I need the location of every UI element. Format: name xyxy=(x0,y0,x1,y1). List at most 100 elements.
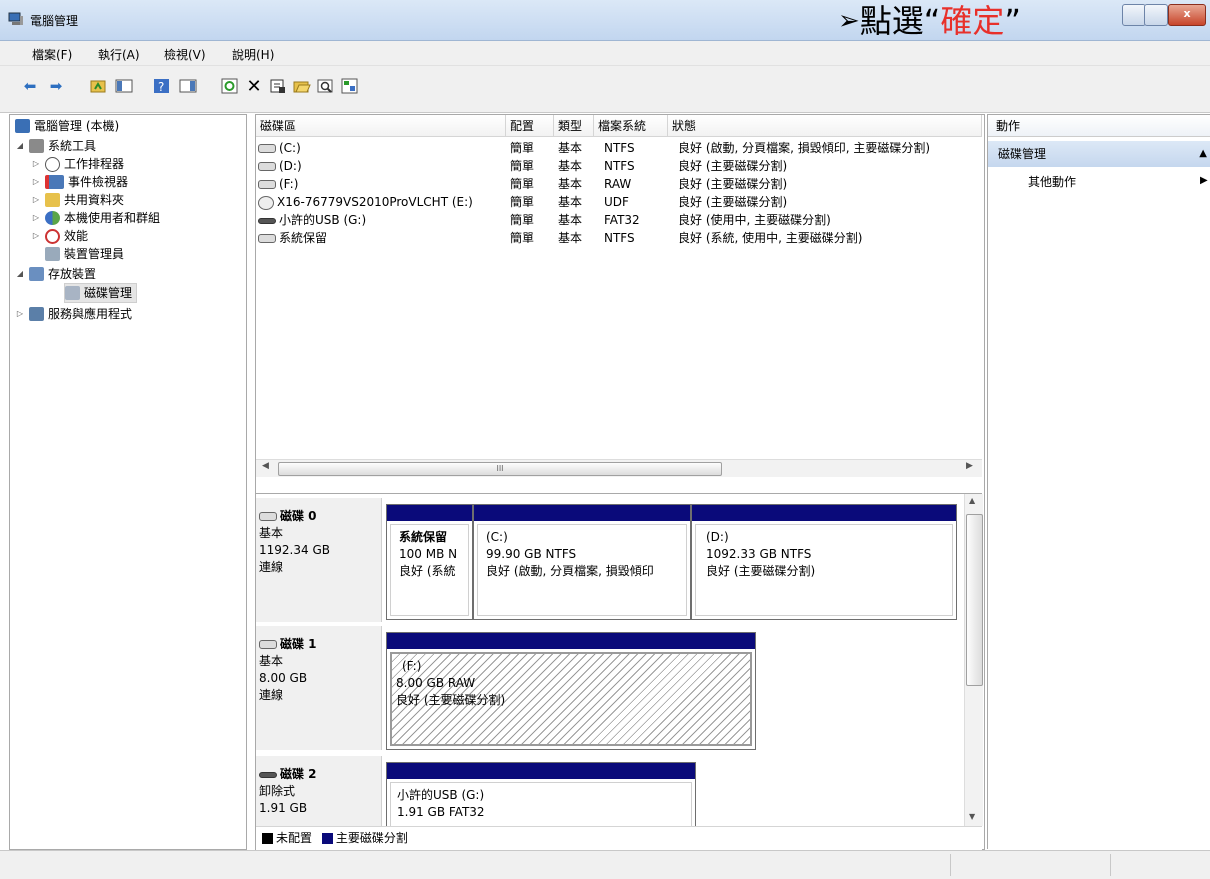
horizontal-scroll-thumb[interactable]: III xyxy=(278,462,722,476)
tree-item-root[interactable]: 電腦管理 (本機) xyxy=(15,117,119,135)
expanded-triangle-icon[interactable]: ◢ xyxy=(15,137,25,155)
menu-help[interactable]: 說明(H) xyxy=(232,46,274,63)
volume-fs: NTFS xyxy=(604,141,635,155)
scroll-left-arrow-icon[interactable]: ◀ xyxy=(262,461,269,471)
minimize-button[interactable] xyxy=(1122,4,1146,26)
menu-action[interactable]: 執行(A) xyxy=(98,46,140,63)
partition-status: 良好 (主要磁碟分割) xyxy=(396,693,506,707)
tree-label: 工作排程器 xyxy=(64,157,125,171)
partition-system-reserved[interactable]: 系統保留 100 MB N 良好 (系統 xyxy=(386,504,473,620)
menu-view[interactable]: 檢視(V) xyxy=(164,46,206,63)
legend-label-primary: 主要磁碟分割 xyxy=(335,831,408,845)
tree-item-shared-folders[interactable]: ▷ 共用資料夾 xyxy=(31,191,124,209)
volume-row[interactable]: (D:) 簡單 基本 NTFS 良好 (主要磁碟分割) xyxy=(256,157,982,175)
tree-item-task-scheduler[interactable]: ▷ 工作排程器 xyxy=(31,155,124,173)
column-header-volume[interactable]: 磁碟區 xyxy=(256,115,506,137)
disk-info-1[interactable]: 磁碟 1 基本 8.00 GB 連線 xyxy=(256,626,382,750)
collapsed-triangle-icon[interactable]: ▷ xyxy=(31,173,41,191)
tree-item-performance[interactable]: ▷ 效能 xyxy=(31,227,88,245)
column-header-type[interactable]: 類型 xyxy=(554,115,594,137)
tree-item-disk-management[interactable]: 磁碟管理 xyxy=(64,283,138,303)
more-actions-item[interactable]: 其他動作 xyxy=(1028,173,1076,190)
forward-arrow-icon[interactable]: ➡ xyxy=(46,76,66,96)
open-folder-icon[interactable] xyxy=(292,76,312,96)
tree-item-local-users[interactable]: ▷ 本機使用者和群組 xyxy=(31,209,160,227)
maximize-button[interactable] xyxy=(1144,4,1168,26)
delete-icon[interactable]: ✕ xyxy=(244,76,264,97)
partition-g[interactable]: 小許的USB (G:) 1.91 GB FAT32 xyxy=(386,762,696,832)
partition-name: 小許的USB (G:) xyxy=(397,788,485,802)
legend-swatch-unallocated xyxy=(262,833,273,844)
status-divider xyxy=(950,854,951,876)
up-folder-icon[interactable] xyxy=(88,76,108,96)
collapsed-triangle-icon[interactable]: ▷ xyxy=(31,155,41,173)
instruction-annotation: ➢點選“確定” xyxy=(838,2,1021,42)
column-header-status[interactable]: 狀態 xyxy=(668,115,982,137)
volume-layout: 簡單 xyxy=(510,141,535,155)
scroll-down-arrow-icon[interactable]: ▼ xyxy=(969,812,975,821)
performance-icon xyxy=(45,228,60,244)
column-header-layout[interactable]: 配置 xyxy=(506,115,554,137)
vertical-scroll-thumb[interactable] xyxy=(966,514,983,686)
navigation-tree: 電腦管理 (本機) ◢ 系統工具 ▷ 工作排程器 ▷ 事件檢視器 ▷ 共用資料夾… xyxy=(9,114,247,850)
vertical-scrollbar[interactable]: ▲ ▼ xyxy=(964,494,983,826)
tree-item-device-manager[interactable]: 裝置管理員 xyxy=(45,245,124,263)
refresh-icon[interactable] xyxy=(220,76,240,96)
volume-name-text: (C:) xyxy=(279,141,301,155)
volume-row[interactable]: 小許的USB (G:) 簡單 基本 FAT32 良好 (使用中, 主要磁碟分割) xyxy=(256,211,982,229)
back-arrow-icon[interactable]: ⬅ xyxy=(20,76,40,96)
menu-bar: 檔案(F) 執行(A) 檢視(V) 說明(H) xyxy=(0,41,1210,66)
status-divider xyxy=(1110,854,1111,876)
shared-folder-icon xyxy=(45,193,60,207)
horizontal-scrollbar[interactable]: ◀ III ▶ xyxy=(256,459,982,477)
search-icon[interactable] xyxy=(316,76,336,96)
storage-icon xyxy=(29,267,44,281)
svg-text:?: ? xyxy=(158,80,164,94)
tree-item-event-viewer[interactable]: ▷ 事件檢視器 xyxy=(31,173,128,191)
volume-row[interactable]: (F:) 簡單 基本 RAW 良好 (主要磁碟分割) xyxy=(256,175,982,193)
actions-section-disk-management[interactable]: 磁碟管理 ▲ xyxy=(988,141,1210,167)
volume-name: X16-76779VS2010ProVLCHT (E:) xyxy=(258,193,473,211)
volume-row[interactable]: (C:) 簡單 基本 NTFS 良好 (啟動, 分頁檔案, 損毀傾印, 主要磁碟… xyxy=(256,139,982,157)
services-icon xyxy=(29,307,44,321)
scroll-right-arrow-icon[interactable]: ▶ xyxy=(966,461,973,471)
disk-info-0[interactable]: 磁碟 0 基本 1192.34 GB 連線 xyxy=(256,498,382,622)
show-hide-action-pane-icon[interactable] xyxy=(178,76,198,96)
collapse-triangle-icon[interactable]: ▲ xyxy=(1199,141,1207,167)
collapsed-triangle-icon[interactable]: ▷ xyxy=(15,305,25,323)
collapsed-triangle-icon[interactable]: ▷ xyxy=(31,209,41,227)
submenu-arrow-icon[interactable]: ▶ xyxy=(1200,175,1208,186)
annotation-prefix: 點選“ xyxy=(859,2,941,40)
partition-body: 小許的USB (G:) 1.91 GB FAT32 xyxy=(390,782,692,828)
disk-label: 磁碟 0 xyxy=(259,508,381,525)
collapsed-triangle-icon[interactable]: ▷ xyxy=(31,191,41,209)
volume-name: (C:) xyxy=(258,139,301,157)
volume-name-text: 系統保留 xyxy=(279,231,328,245)
volume-row[interactable]: 系統保留 簡單 基本 NTFS 良好 (系統, 使用中, 主要磁碟分割) xyxy=(256,229,982,247)
volume-row[interactable]: X16-76779VS2010ProVLCHT (E:) 簡單 基本 UDF 良… xyxy=(256,193,982,211)
close-button[interactable]: x xyxy=(1168,4,1206,26)
partition-f[interactable]: (F:) 8.00 GB RAW 良好 (主要磁碟分割) xyxy=(386,632,756,750)
menu-file[interactable]: 檔案(F) xyxy=(32,46,72,63)
tree-item-system-tools[interactable]: ◢ 系統工具 xyxy=(15,137,96,155)
properties-icon[interactable] xyxy=(268,76,288,96)
partition-size: 100 MB N xyxy=(399,547,458,561)
settings-icon[interactable] xyxy=(340,76,360,96)
volume-name: (D:) xyxy=(258,157,302,175)
collapsed-triangle-icon[interactable]: ▷ xyxy=(31,227,41,245)
expanded-triangle-icon[interactable]: ◢ xyxy=(15,265,25,283)
drive-icon xyxy=(258,180,276,189)
tree-label: 存放裝置 xyxy=(48,267,97,281)
partition-d[interactable]: (D:) 1092.33 GB NTFS 良好 (主要磁碟分割) xyxy=(691,504,957,620)
column-header-filesystem[interactable]: 檔案系統 xyxy=(594,115,668,137)
tree-item-storage[interactable]: ◢ 存放裝置 xyxy=(15,265,96,283)
tree-item-services[interactable]: ▷ 服務與應用程式 xyxy=(15,305,132,323)
show-hide-tree-icon[interactable] xyxy=(114,76,134,96)
scroll-up-arrow-icon[interactable]: ▲ xyxy=(969,496,975,505)
computer-icon xyxy=(15,119,30,133)
partition-c[interactable]: (C:) 99.90 GB NTFS 良好 (啟動, 分頁檔案, 損毀傾印 xyxy=(473,504,691,620)
disk-label-text: 磁碟 0 xyxy=(280,509,317,523)
help-icon[interactable]: ? xyxy=(152,76,172,96)
partition-status: 良好 (系統 xyxy=(399,564,456,578)
tree-label: 電腦管理 (本機) xyxy=(34,119,120,133)
